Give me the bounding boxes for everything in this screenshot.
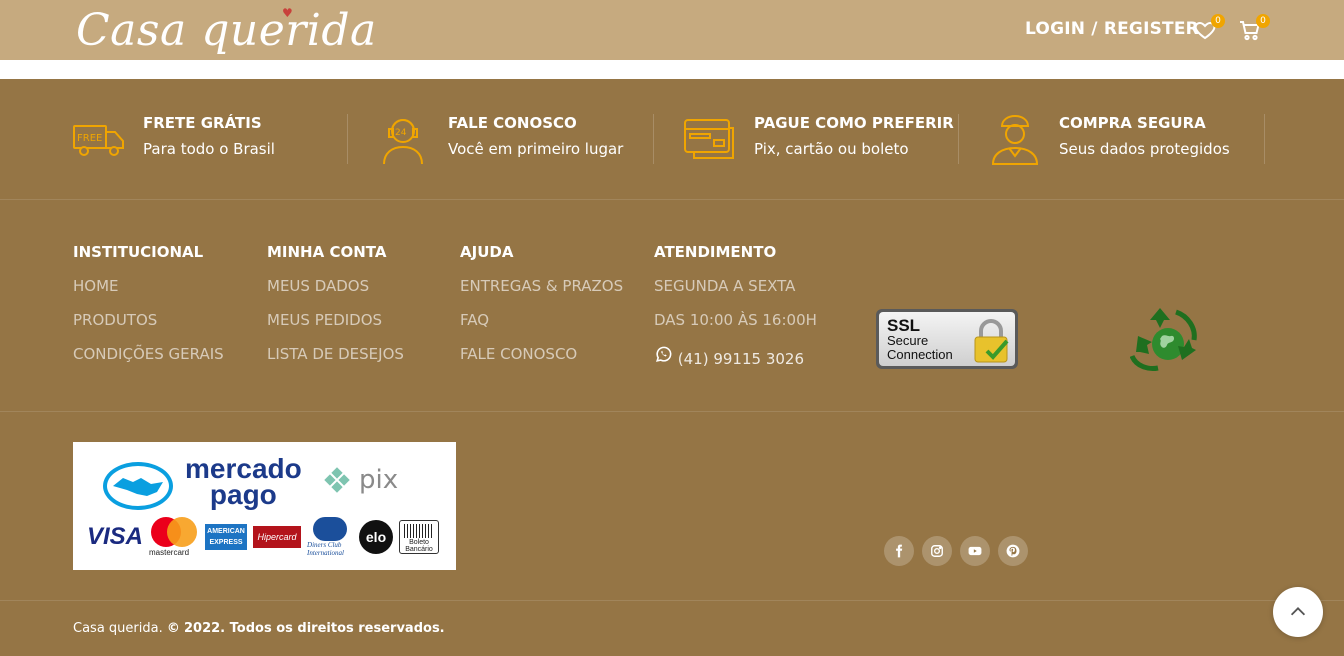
feature-subtitle: Pix, cartão ou boleto — [754, 140, 909, 158]
footer-link-produtos[interactable]: PRODUTOS — [73, 311, 224, 345]
mercado-pago-handshake-icon — [103, 462, 173, 510]
copyright-text: Casa querida. © 2022. Todos os direitos … — [73, 621, 445, 636]
facebook-icon — [896, 544, 903, 558]
elo-logo: elo — [359, 520, 394, 554]
pix-text: pix — [359, 465, 398, 495]
copyright-notice: 2022. Todos os direitos reservados. — [184, 621, 445, 636]
visa-logo: VISA — [87, 523, 144, 550]
footer-column-minha-conta: MINHA CONTA MEUS DADOS MEUS PEDIDOS LIST… — [267, 243, 404, 379]
ssl-badge-inner: SSL Secure Connection — [879, 312, 1015, 366]
cart-button[interactable]: 0 — [1238, 14, 1270, 42]
instagram-link[interactable] — [922, 536, 952, 566]
login-register-link[interactable]: LOGIN / REGISTER — [1025, 19, 1199, 39]
mastercard-circle-orange — [167, 517, 198, 547]
mastercard-text: mastercard — [149, 548, 190, 557]
footer-link-meus-dados[interactable]: MEUS DADOS — [267, 277, 404, 311]
features-bar: FREE FRETE GRÁTIS Para todo o Brasil 24 … — [0, 79, 1344, 199]
footer-link-fale-conosco[interactable]: FALE CONOSCO — [460, 345, 623, 379]
ssl-line1: SSL — [887, 316, 921, 335]
column-title: INSTITUCIONAL — [73, 243, 204, 261]
instagram-icon — [931, 545, 943, 557]
footer-column-ajuda: AJUDA ENTREGAS & PRAZOS FAQ FALE CONOSCO — [460, 243, 623, 379]
footer-link-meus-pedidos[interactable]: MEUS PEDIDOS — [267, 311, 404, 345]
ssl-line2: Secure — [887, 333, 929, 348]
site-logo[interactable]: Casa querida ♥ — [76, 0, 377, 60]
amex-logo: AMERICAN EXPRESS — [205, 524, 248, 550]
svg-text:24: 24 — [395, 128, 407, 138]
diners-club-logo: Diners Club International — [307, 517, 353, 557]
section-divider — [0, 600, 1344, 601]
footer-column-institucional: INSTITUCIONAL HOME PRODUTOS CONDIÇÕES GE… — [73, 243, 224, 379]
ssl-badge-text: SSL Secure Connection — [887, 316, 953, 362]
footer-link-lista-de-desejos[interactable]: LISTA DE DESEJOS — [267, 345, 404, 379]
free-shipping-truck-icon: FREE — [73, 125, 124, 156]
feature-title: PAGUE COMO PREFERIR — [754, 114, 954, 132]
boleto-text: Boleto Bancário — [405, 539, 433, 553]
copyright-symbol: © — [166, 621, 180, 636]
recycle-globe-icon — [1130, 308, 1197, 371]
whatsapp-phone-link[interactable]: (41) 99115 3026 — [654, 345, 817, 379]
hipercard-logo: Hipercard — [253, 526, 302, 548]
youtube-link[interactable] — [960, 536, 990, 566]
barcode-icon — [404, 524, 435, 538]
payment-methods-image: mercado pago pix VISA mastercard AMERICA… — [73, 442, 456, 570]
padlock-check-icon — [974, 319, 1009, 363]
footer-link-home[interactable]: HOME — [73, 277, 224, 311]
site-header: Casa querida ♥ LOGIN / REGISTER 0 0 — [0, 0, 1344, 60]
diners-text: Diners Club International — [307, 541, 344, 557]
ssl-secure-badge: SSL Secure Connection — [876, 309, 1018, 369]
feature-subtitle: Para todo o Brasil — [143, 140, 275, 158]
youtube-icon — [968, 546, 982, 556]
logo-text: Casa querida — [76, 4, 377, 56]
footer-column-atendimento: ATENDIMENTO SEGUNDA A SEXTA DAS 10:00 ÀS… — [654, 243, 817, 379]
wishlist-button[interactable]: 0 — [1193, 14, 1225, 42]
feature-subtitle: Você em primeiro lugar — [448, 140, 624, 158]
section-divider — [0, 199, 1344, 200]
feature-title: FALE CONOSCO — [448, 114, 577, 132]
divider — [958, 114, 959, 164]
card-brands: VISA mastercard AMERICAN EXPRESS Hiperca… — [87, 516, 447, 558]
divider — [1264, 114, 1265, 164]
footer-link-entregas-prazos[interactable]: ENTREGAS & PRAZOS — [460, 277, 623, 311]
svg-text:FREE: FREE — [77, 133, 102, 144]
pinterest-link[interactable] — [998, 536, 1028, 566]
column-title: AJUDA — [460, 243, 514, 261]
social-links — [884, 536, 1028, 566]
business-days: SEGUNDA A SEXTA — [654, 277, 796, 295]
feature-subtitle: Seus dados protegidos — [1059, 140, 1230, 158]
credit-card-icon — [684, 119, 734, 159]
diners-mark — [313, 517, 348, 541]
feature-title: COMPRA SEGURA — [1059, 114, 1206, 132]
header-spacer — [0, 60, 1344, 79]
pix-logo: pix — [324, 465, 398, 495]
support-agent-24h-icon: 24 — [383, 119, 423, 165]
chevron-up-icon — [1290, 607, 1306, 616]
boleto-logo: Boleto Bancário — [399, 520, 440, 554]
phone-number: (41) 99115 3026 — [677, 350, 804, 368]
feature-title: FRETE GRÁTIS — [143, 114, 262, 132]
pinterest-icon — [1006, 544, 1020, 558]
divider — [347, 114, 348, 164]
footer-link-condicoes-gerais[interactable]: CONDIÇÕES GERAIS — [73, 345, 224, 379]
scroll-to-top-button[interactable] — [1273, 587, 1323, 637]
wishlist-count-badge: 0 — [1211, 14, 1225, 28]
mp-line2: pago — [209, 479, 277, 510]
facebook-link[interactable] — [884, 536, 914, 566]
ssl-line3: Connection — [887, 347, 953, 362]
column-title: ATENDIMENTO — [654, 243, 777, 261]
divider — [653, 114, 654, 164]
security-guard-icon — [991, 114, 1039, 165]
copyright-brand: Casa querida. — [73, 621, 163, 636]
whatsapp-icon — [655, 346, 672, 362]
business-hours: DAS 10:00 ÀS 16:00H — [654, 311, 817, 329]
footer-link-faq[interactable]: FAQ — [460, 311, 623, 345]
cart-count-badge: 0 — [1256, 14, 1270, 28]
mastercard-logo: mastercard — [149, 517, 199, 557]
column-title: MINHA CONTA — [267, 243, 387, 261]
heart-icon: ♥ — [282, 6, 294, 20]
section-divider — [0, 411, 1344, 412]
mercado-pago-logo: mercado pago — [185, 455, 302, 510]
